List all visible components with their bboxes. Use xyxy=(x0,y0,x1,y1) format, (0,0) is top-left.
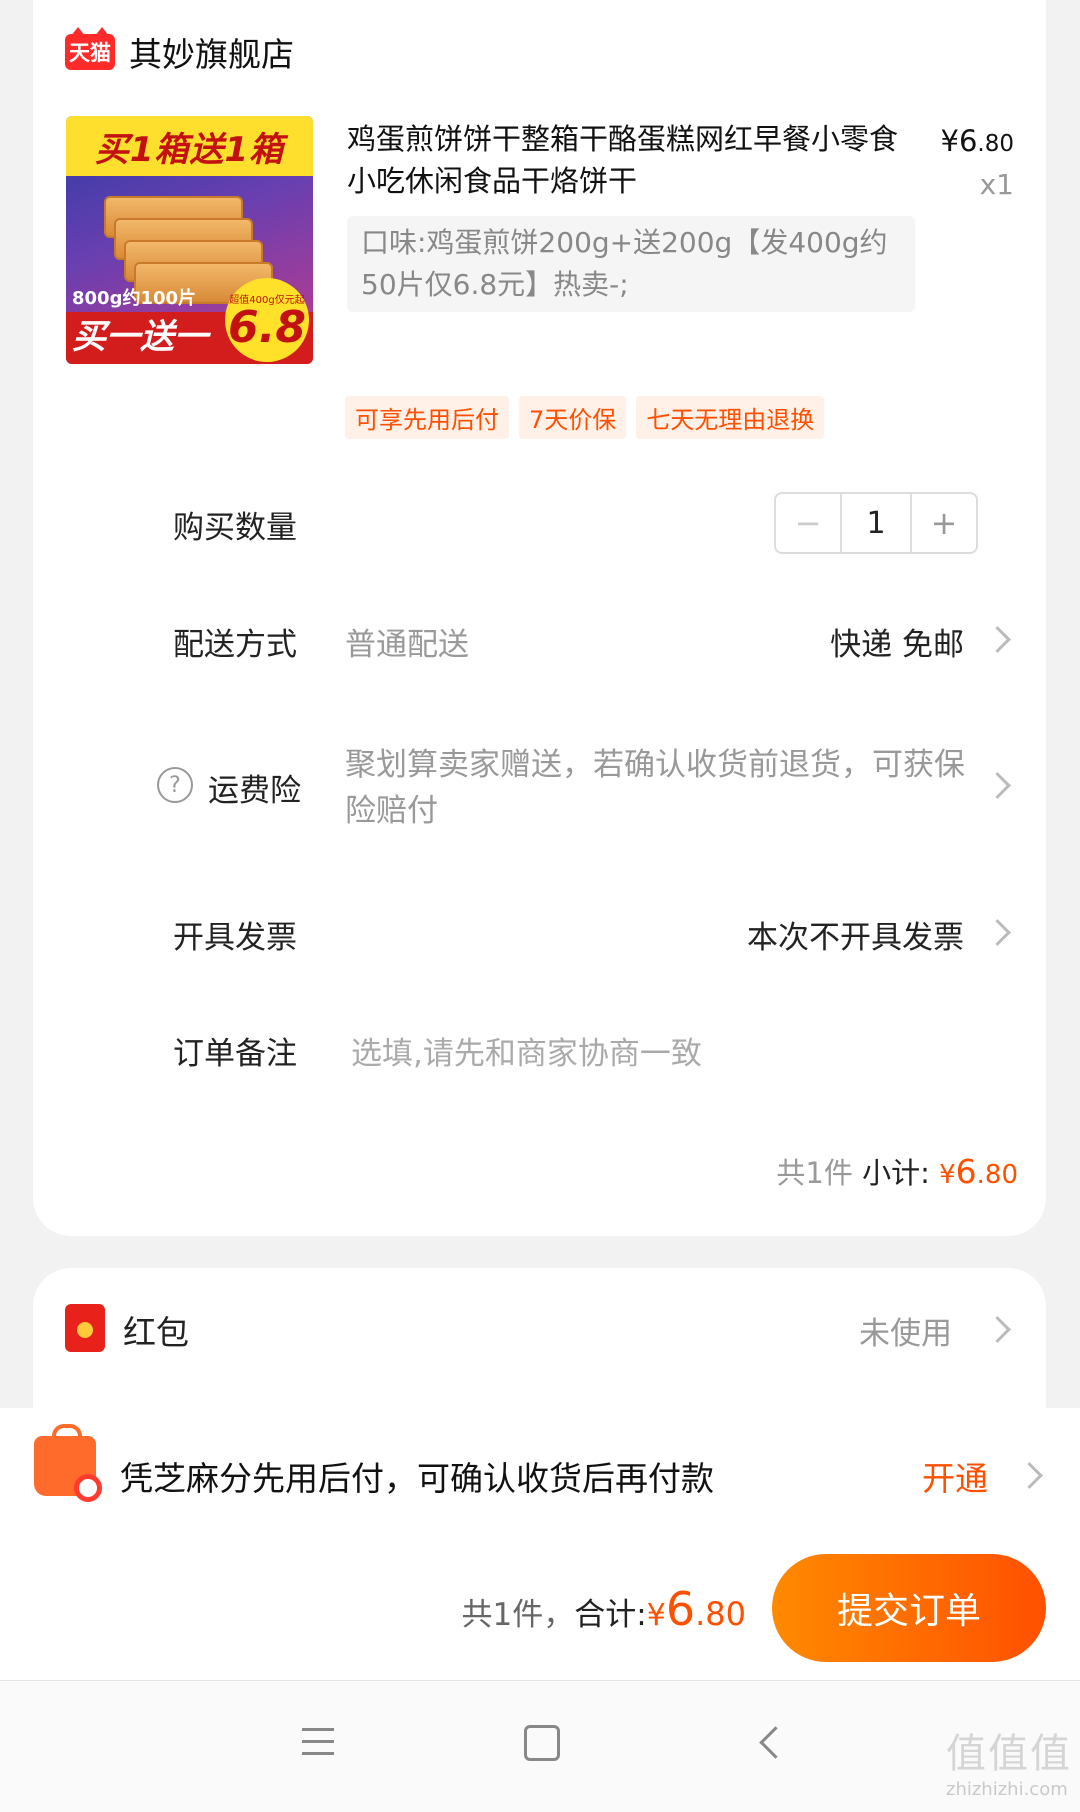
credit-pay-open-button[interactable]: 开通 xyxy=(922,1452,988,1500)
image-price-burst: 超值400g仅元起 6.8 xyxy=(225,278,309,362)
total-dec: .80 xyxy=(695,1595,746,1633)
watermark-logo: 值值值 xyxy=(946,1731,1072,1777)
chevron-right-icon xyxy=(1016,1462,1043,1489)
price-symbol: ¥ xyxy=(940,124,959,158)
invoice-label: 开具发票 xyxy=(173,920,297,956)
shopping-bag-icon xyxy=(34,1424,102,1502)
subtotal-count: 共1件 xyxy=(776,1156,853,1190)
chevron-right-icon xyxy=(984,1316,1011,1343)
service-tags: 可享先用后付 7天价保 七天无理由退换 xyxy=(345,396,825,439)
product-spec[interactable]: 口味:鸡蛋煎饼200g+送200g【发400g约50片仅6.8元】热卖-; xyxy=(347,216,915,312)
remark-input[interactable]: 选填,请先和商家协商一致 xyxy=(351,1028,702,1073)
submit-order-button[interactable]: 提交订单 xyxy=(772,1554,1046,1662)
image-banner-text: 买1箱送1箱 xyxy=(66,116,313,176)
quantity-stepper[interactable]: − 1 + xyxy=(774,492,978,554)
price-int: 6 xyxy=(958,124,978,158)
help-icon[interactable]: ? xyxy=(157,767,193,803)
quantity-label: 购买数量 xyxy=(173,510,297,546)
tag-price-protect: 7天价保 xyxy=(519,396,627,439)
delivery-type: 普通配送 xyxy=(345,627,469,663)
quantity-value[interactable]: 1 xyxy=(842,494,910,552)
chevron-right-icon xyxy=(984,626,1011,653)
insurance-value: 聚划算卖家赠送，若确认收货前退货，可获保险赔付 xyxy=(345,747,965,829)
shop-name[interactable]: 其妙旗舰店 xyxy=(129,28,294,76)
remark-label: 订单备注 xyxy=(173,1036,297,1072)
tmall-badge-icon: 天猫 xyxy=(65,27,115,70)
system-nav-bar: 值值值 zhizhizhi.com xyxy=(0,1680,1080,1812)
delivery-label: 配送方式 xyxy=(173,627,297,663)
subtotal-label: 小计: xyxy=(862,1156,930,1190)
total-int: 6 xyxy=(665,1582,696,1636)
watermark: 值值值 zhizhizhi.com xyxy=(946,1721,1072,1800)
order-total: 共1件，合计:¥6.80 xyxy=(462,1582,746,1636)
chevron-right-icon xyxy=(984,772,1011,799)
chevron-right-icon xyxy=(984,919,1011,946)
increase-button[interactable]: + xyxy=(910,494,976,552)
image-pcs-text: 800g约100片 xyxy=(72,288,197,309)
insurance-label: 运费险 xyxy=(208,773,301,809)
credit-pay-text: 凭芝麻分先用后付，可确认收货后再付款 xyxy=(120,1459,714,1498)
total-label: 合计: xyxy=(574,1597,647,1633)
subtotal-symbol: ¥ xyxy=(939,1160,956,1190)
red-packet-value: 未使用 xyxy=(859,1316,952,1352)
tag-free-return: 七天无理由退换 xyxy=(636,396,825,439)
product-price: ¥6.80 xyxy=(941,124,1014,158)
decrease-button[interactable]: − xyxy=(776,494,842,552)
subtotal-int: 6 xyxy=(955,1152,977,1191)
red-packet-icon xyxy=(65,1304,105,1352)
subtotal: 共1件 小计: ¥6.80 xyxy=(776,1150,1018,1192)
image-price: 6.8 xyxy=(228,301,306,353)
delivery-value: 快递 免邮 xyxy=(830,627,964,663)
shop-header[interactable]: 天猫 其妙旗舰店 xyxy=(65,22,294,82)
product-title[interactable]: 鸡蛋煎饼饼干整箱干酪蛋糕网红早餐小零食小吃休闲食品干烙饼干 xyxy=(347,118,917,202)
total-count: 共1件， xyxy=(461,1597,575,1633)
checkout-bar: 凭芝麻分先用后付，可确认收货后再付款 开通 共1件，合计:¥6.80 提交订单 xyxy=(0,1408,1080,1680)
menu-icon[interactable] xyxy=(302,1728,334,1764)
tag-pay-later: 可享先用后付 xyxy=(345,396,509,439)
image-promo-text: 买一送一 xyxy=(72,317,208,357)
subtotal-dec: .80 xyxy=(976,1160,1018,1190)
red-packet-card[interactable]: 红包 未使用 xyxy=(33,1268,1046,1428)
watermark-url: zhizhizhi.com xyxy=(946,1779,1068,1800)
product-quantity: x1 xyxy=(979,168,1014,201)
red-packet-label: 红包 xyxy=(123,1313,189,1352)
back-icon[interactable] xyxy=(759,1726,792,1759)
order-card: 天猫 其妙旗舰店 买1箱送1箱 800g约100片 买一送一 超值400g仅元起… xyxy=(33,0,1046,1236)
invoice-value: 本次不开具发票 xyxy=(747,920,964,956)
price-dec: .80 xyxy=(977,131,1014,157)
home-icon[interactable] xyxy=(524,1725,560,1761)
total-symbol: ¥ xyxy=(646,1598,666,1633)
product-image[interactable]: 买1箱送1箱 800g约100片 买一送一 超值400g仅元起 6.8 xyxy=(66,116,313,364)
